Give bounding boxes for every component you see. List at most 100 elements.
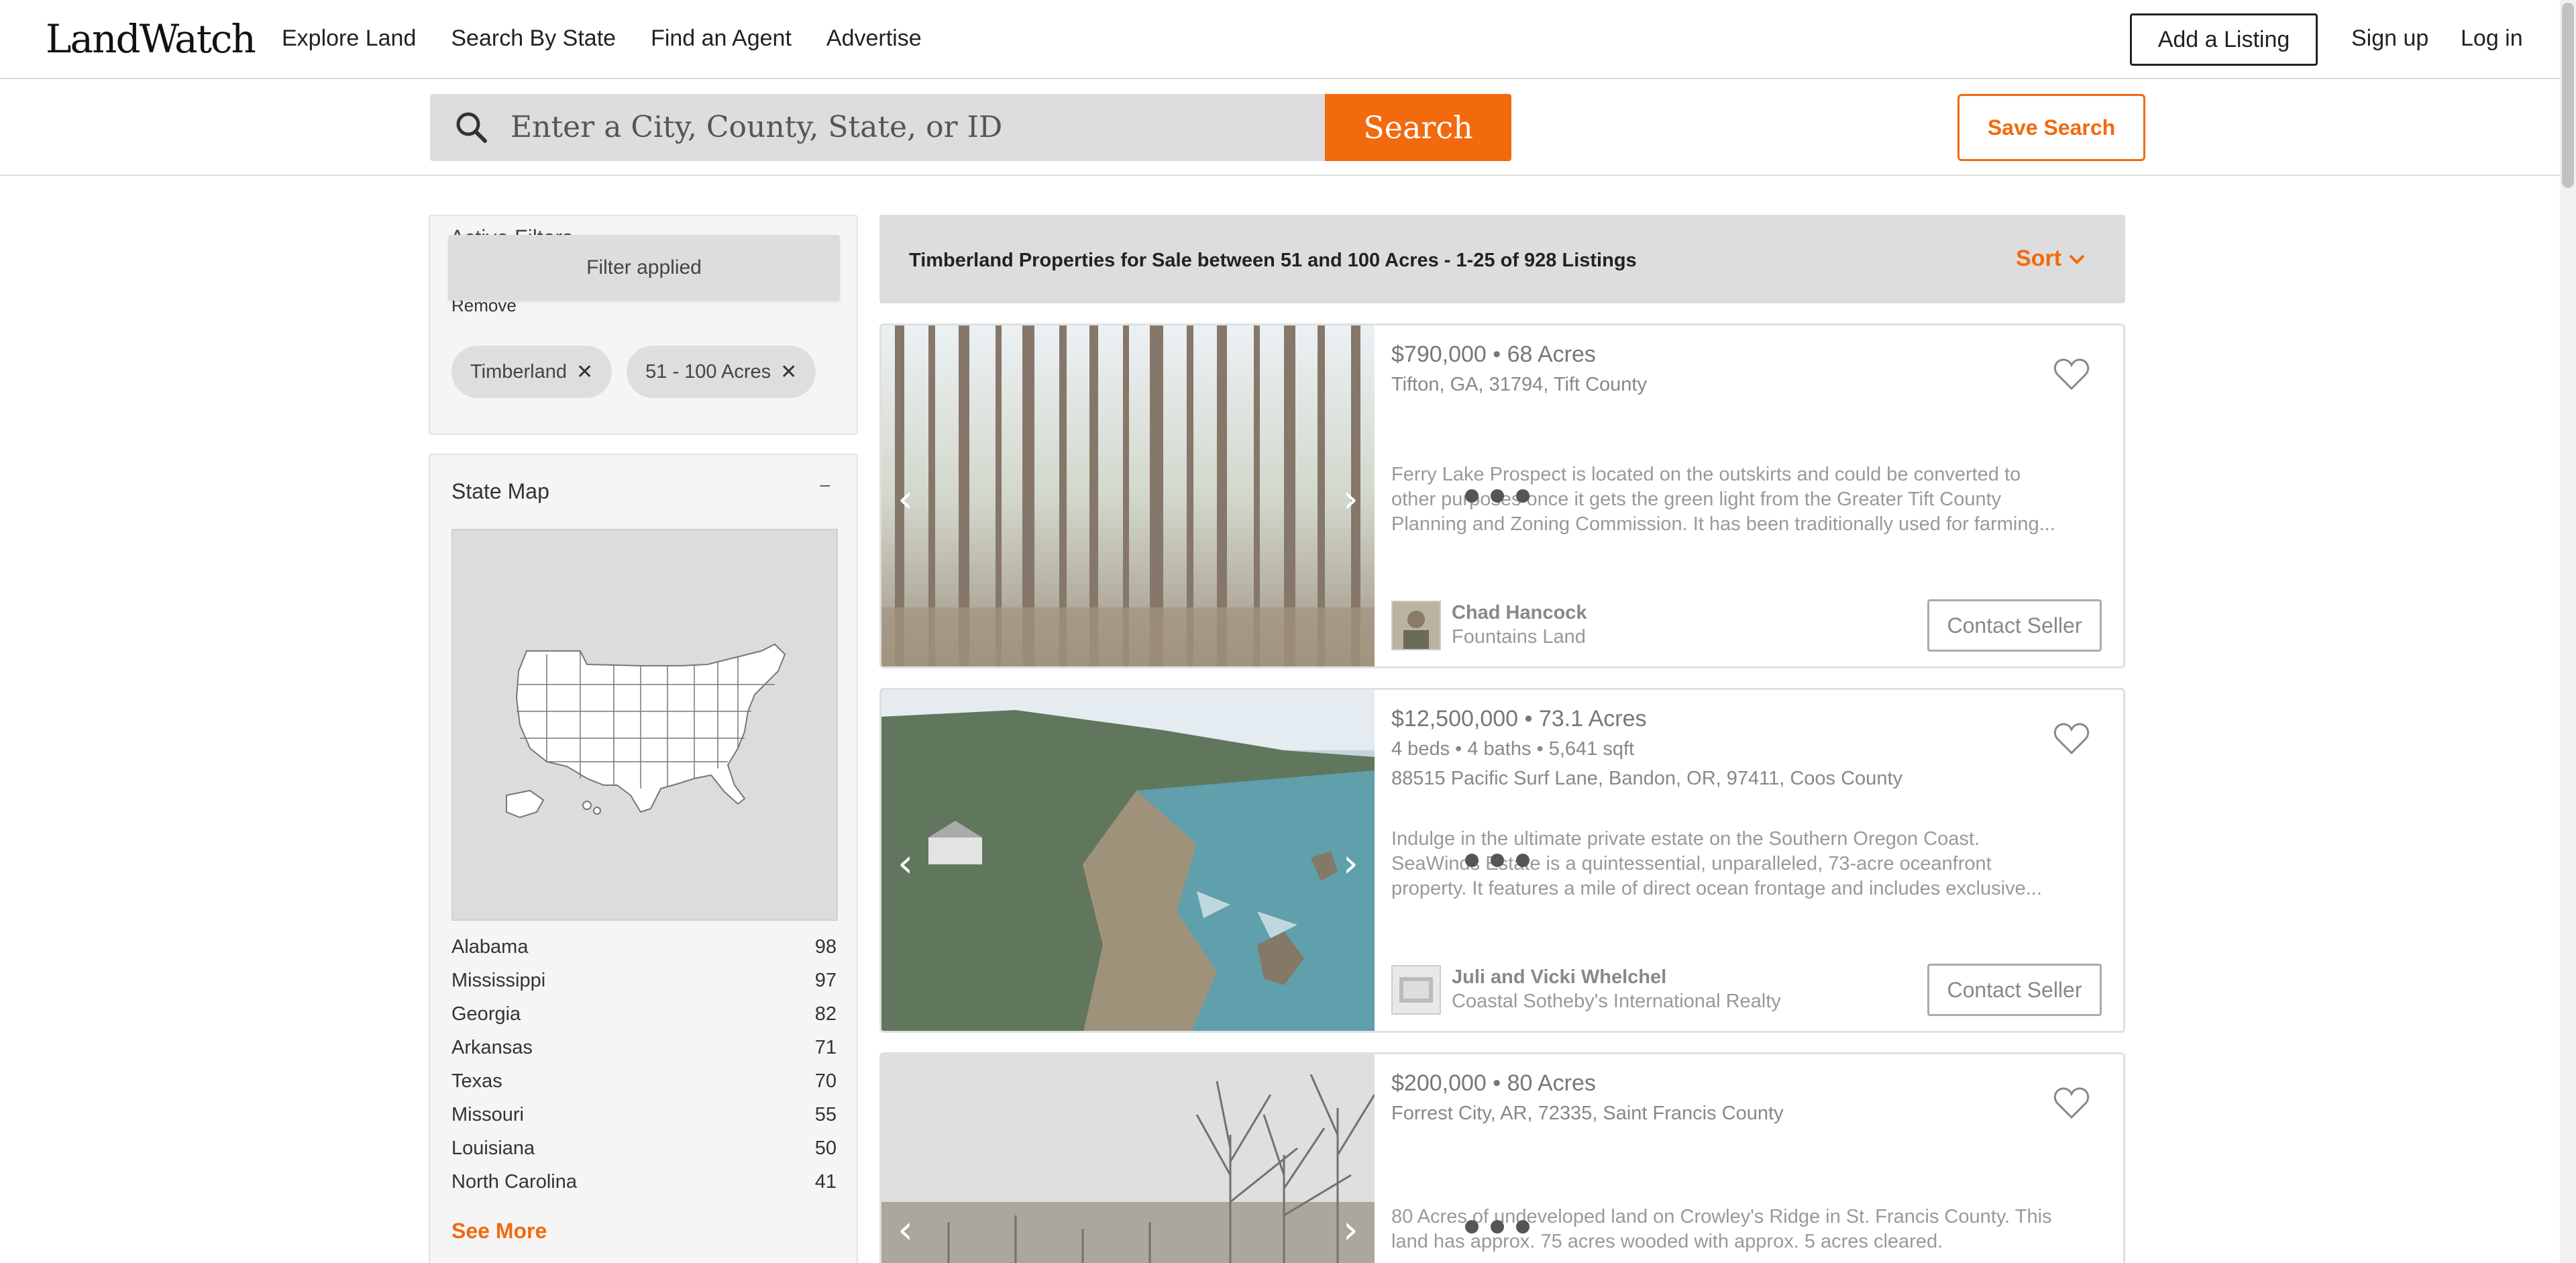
carousel-dot[interactable] [1516, 854, 1529, 867]
active-filters-panel: Active Filters Filter applied Remove Tim… [429, 215, 858, 435]
state-count: 55 [814, 1103, 837, 1125]
state-count: 98 [814, 936, 837, 958]
close-icon[interactable]: ✕ [576, 360, 593, 384]
state-row-alabama[interactable]: Alabama 98 [451, 930, 837, 964]
description-line: Indulge in the ultimate private estate o… [1391, 828, 1980, 850]
sign-up-link[interactable]: Sign up [2351, 26, 2428, 52]
search-button[interactable]: Search [1325, 94, 1511, 161]
nav-explore-land[interactable]: Explore Land [282, 26, 416, 52]
photo-overlay [881, 1054, 1375, 1263]
search-placeholder: Enter a City, County, State, or ID [511, 110, 1003, 144]
nav-find-an-agent[interactable]: Find an Agent [651, 26, 792, 52]
carousel-dot[interactable] [1465, 489, 1479, 503]
filter-chips: Timberland ✕ 51 - 100 Acres ✕ [451, 346, 816, 398]
sort-label: Sort [2016, 246, 2061, 271]
state-row-arkansas[interactable]: Arkansas 71 [451, 1031, 837, 1064]
agent-company: Coastal Sotheby's International Realty [1452, 991, 1781, 1012]
search-row: Enter a City, County, State, or ID Searc… [0, 81, 2560, 176]
filter-chip-acres[interactable]: 51 - 100 Acres ✕ [627, 346, 816, 398]
search-icon [456, 112, 487, 143]
state-name: Texas [451, 1070, 502, 1092]
agent-avatar [1391, 601, 1441, 650]
sort-dropdown[interactable]: Sort [2016, 246, 2086, 272]
state-row-missouri[interactable]: Missouri 55 [451, 1098, 837, 1131]
carousel-dots [1465, 489, 1529, 503]
agent-company: Fountains Land [1452, 626, 1586, 648]
state-list: Alabama 98 Mississippi 97 Georgia 82 Arkans… [451, 930, 837, 1199]
chevron-right-icon[interactable]: › [1343, 840, 1358, 886]
carousel-dot[interactable] [1516, 1220, 1529, 1233]
state-count: 70 [814, 1070, 837, 1092]
state-count: 71 [814, 1036, 837, 1058]
state-count: 41 [814, 1170, 837, 1193]
listing-card[interactable]: ‹ › $12,500,000 • 73.1 Acres 4 beds • 4 … [879, 688, 2125, 1033]
search-input[interactable]: Enter a City, County, State, or ID [430, 94, 1325, 161]
collapse-icon[interactable]: − [819, 475, 831, 498]
chevron-down-icon [2069, 254, 2085, 264]
carousel-dot[interactable] [1465, 854, 1479, 867]
state-name: Alabama [451, 936, 529, 958]
photo-overlay [881, 325, 1375, 666]
filter-applied-tooltip: Filter applied [448, 235, 840, 301]
save-search-button[interactable]: Save Search [1957, 94, 2145, 161]
chevron-right-icon[interactable]: › [1343, 476, 1358, 521]
filter-chip-timberland[interactable]: Timberland ✕ [451, 346, 612, 398]
listing-photo[interactable]: ‹ › [881, 325, 1375, 666]
listing-photo[interactable]: › ‹ [881, 1054, 1375, 1263]
main-nav: Explore Land Search By State Find an Age… [282, 26, 922, 52]
log-in-link[interactable]: Log in [2461, 26, 2523, 52]
state-row-georgia[interactable]: Georgia 82 [451, 997, 837, 1031]
heart-icon[interactable] [2053, 1087, 2090, 1120]
state-map-title: State Map [451, 479, 549, 503]
listing-card[interactable]: › ‹ $200,000 • 80 Acres Forrest City, AR… [879, 1052, 2125, 1263]
page-scrollbar-track[interactable] [2560, 0, 2576, 1263]
listing-photo[interactable]: ‹ › [881, 690, 1375, 1031]
top-nav-bar: LandWatch Explore Land Search By State F… [0, 0, 2560, 79]
carousel-dots [1465, 854, 1529, 867]
agent-name[interactable]: Juli and Vicki Whelchel [1452, 966, 1666, 989]
state-row-texas[interactable]: Texas 70 [451, 1064, 837, 1098]
close-icon[interactable]: ✕ [780, 360, 797, 384]
nav-advertise[interactable]: Advertise [826, 26, 922, 52]
heart-icon[interactable] [2053, 722, 2090, 756]
contact-seller-button[interactable]: Contact Seller [1927, 964, 2102, 1016]
filter-chip-label: Timberland [470, 360, 567, 383]
state-count: 50 [814, 1137, 837, 1159]
state-name: Arkansas [451, 1036, 533, 1058]
contact-seller-button[interactable]: Contact Seller [1927, 599, 2102, 652]
page-scrollbar-thumb[interactable] [2562, 3, 2574, 188]
agent-name[interactable]: Chad Hancock [1452, 602, 1587, 624]
chevron-left-icon[interactable]: ‹ [898, 1207, 913, 1252]
see-more-link[interactable]: See More [451, 1219, 547, 1244]
state-row-north-carolina[interactable]: North Carolina 41 [451, 1165, 837, 1199]
carousel-dot[interactable] [1491, 854, 1504, 867]
listing-card[interactable]: ‹ › $790,000 • 68 Acres Tifton, GA, 3179… [879, 323, 2125, 668]
carousel-dot[interactable] [1491, 489, 1504, 503]
heart-icon[interactable] [2053, 358, 2090, 391]
listing-price-acres[interactable]: $200,000 • 80 Acres [1391, 1070, 1596, 1097]
chevron-left-icon[interactable]: ‹ [898, 840, 913, 886]
listing-price-acres[interactable]: $790,000 • 68 Acres [1391, 342, 1596, 368]
carousel-dot[interactable] [1516, 489, 1529, 503]
listing-details: 4 beds • 4 baths • 5,641 sqft [1391, 738, 1635, 760]
state-name: Louisiana [451, 1137, 535, 1159]
listing-price-acres[interactable]: $12,500,000 • 73.1 Acres [1391, 706, 1647, 732]
state-row-louisiana[interactable]: Louisiana 50 [451, 1131, 837, 1165]
us-state-map[interactable] [451, 529, 838, 921]
carousel-dot[interactable] [1491, 1220, 1504, 1233]
state-name: Mississippi [451, 969, 546, 991]
chevron-right-icon[interactable]: › [1343, 1207, 1358, 1252]
chevron-left-icon[interactable]: ‹ [898, 476, 913, 521]
state-name: Georgia [451, 1003, 521, 1025]
listing-address: Forrest City, AR, 72335, Saint Francis C… [1391, 1103, 1784, 1124]
carousel-dot[interactable] [1465, 1220, 1479, 1233]
state-count: 82 [814, 1003, 837, 1025]
state-row-mississippi[interactable]: Mississippi 97 [451, 964, 837, 997]
state-name: North Carolina [451, 1170, 577, 1193]
add-listing-button[interactable]: Add a Listing [2130, 13, 2318, 66]
landwatch-logo[interactable]: LandWatch [46, 16, 256, 62]
nav-search-by-state[interactable]: Search By State [451, 26, 616, 52]
agent-avatar [1391, 965, 1441, 1015]
results-header: Timberland Properties for Sale between 5… [879, 215, 2125, 303]
results-title: Timberland Properties for Sale between 5… [909, 250, 1637, 271]
